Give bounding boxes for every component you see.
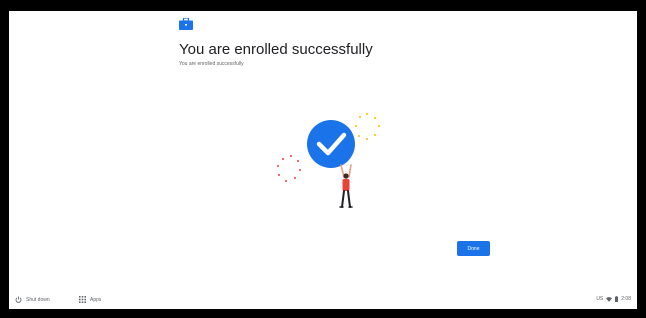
success-illustration (277, 113, 380, 208)
power-icon (15, 296, 22, 303)
briefcase-icon (179, 18, 193, 30)
wifi-icon (606, 296, 613, 302)
shutdown-button[interactable]: Shut down (15, 296, 50, 303)
page-title: You are enrolled successfully (179, 41, 373, 58)
enrollment-screen: You are enrolled successfully You are en… (9, 11, 637, 309)
status-tray[interactable]: US 2:08 (596, 296, 631, 302)
locale-indicator: US (596, 296, 604, 302)
battery-icon (615, 296, 619, 302)
clock: 2:08 (621, 296, 631, 302)
sparkle-dots-yellow (355, 113, 380, 140)
apps-button[interactable]: Apps (79, 296, 101, 303)
apps-grid-icon (79, 296, 86, 303)
shutdown-label: Shut down (26, 296, 50, 303)
person-figure (339, 164, 353, 208)
apps-label: Apps (90, 296, 102, 303)
done-button[interactable]: Done (457, 241, 490, 256)
sparkle-dots-red (277, 155, 301, 182)
check-circle-icon (307, 120, 355, 168)
page-subtitle: You are enrolled successfully (179, 61, 244, 67)
shelf: Shut down Apps US 2:08 (9, 293, 637, 309)
